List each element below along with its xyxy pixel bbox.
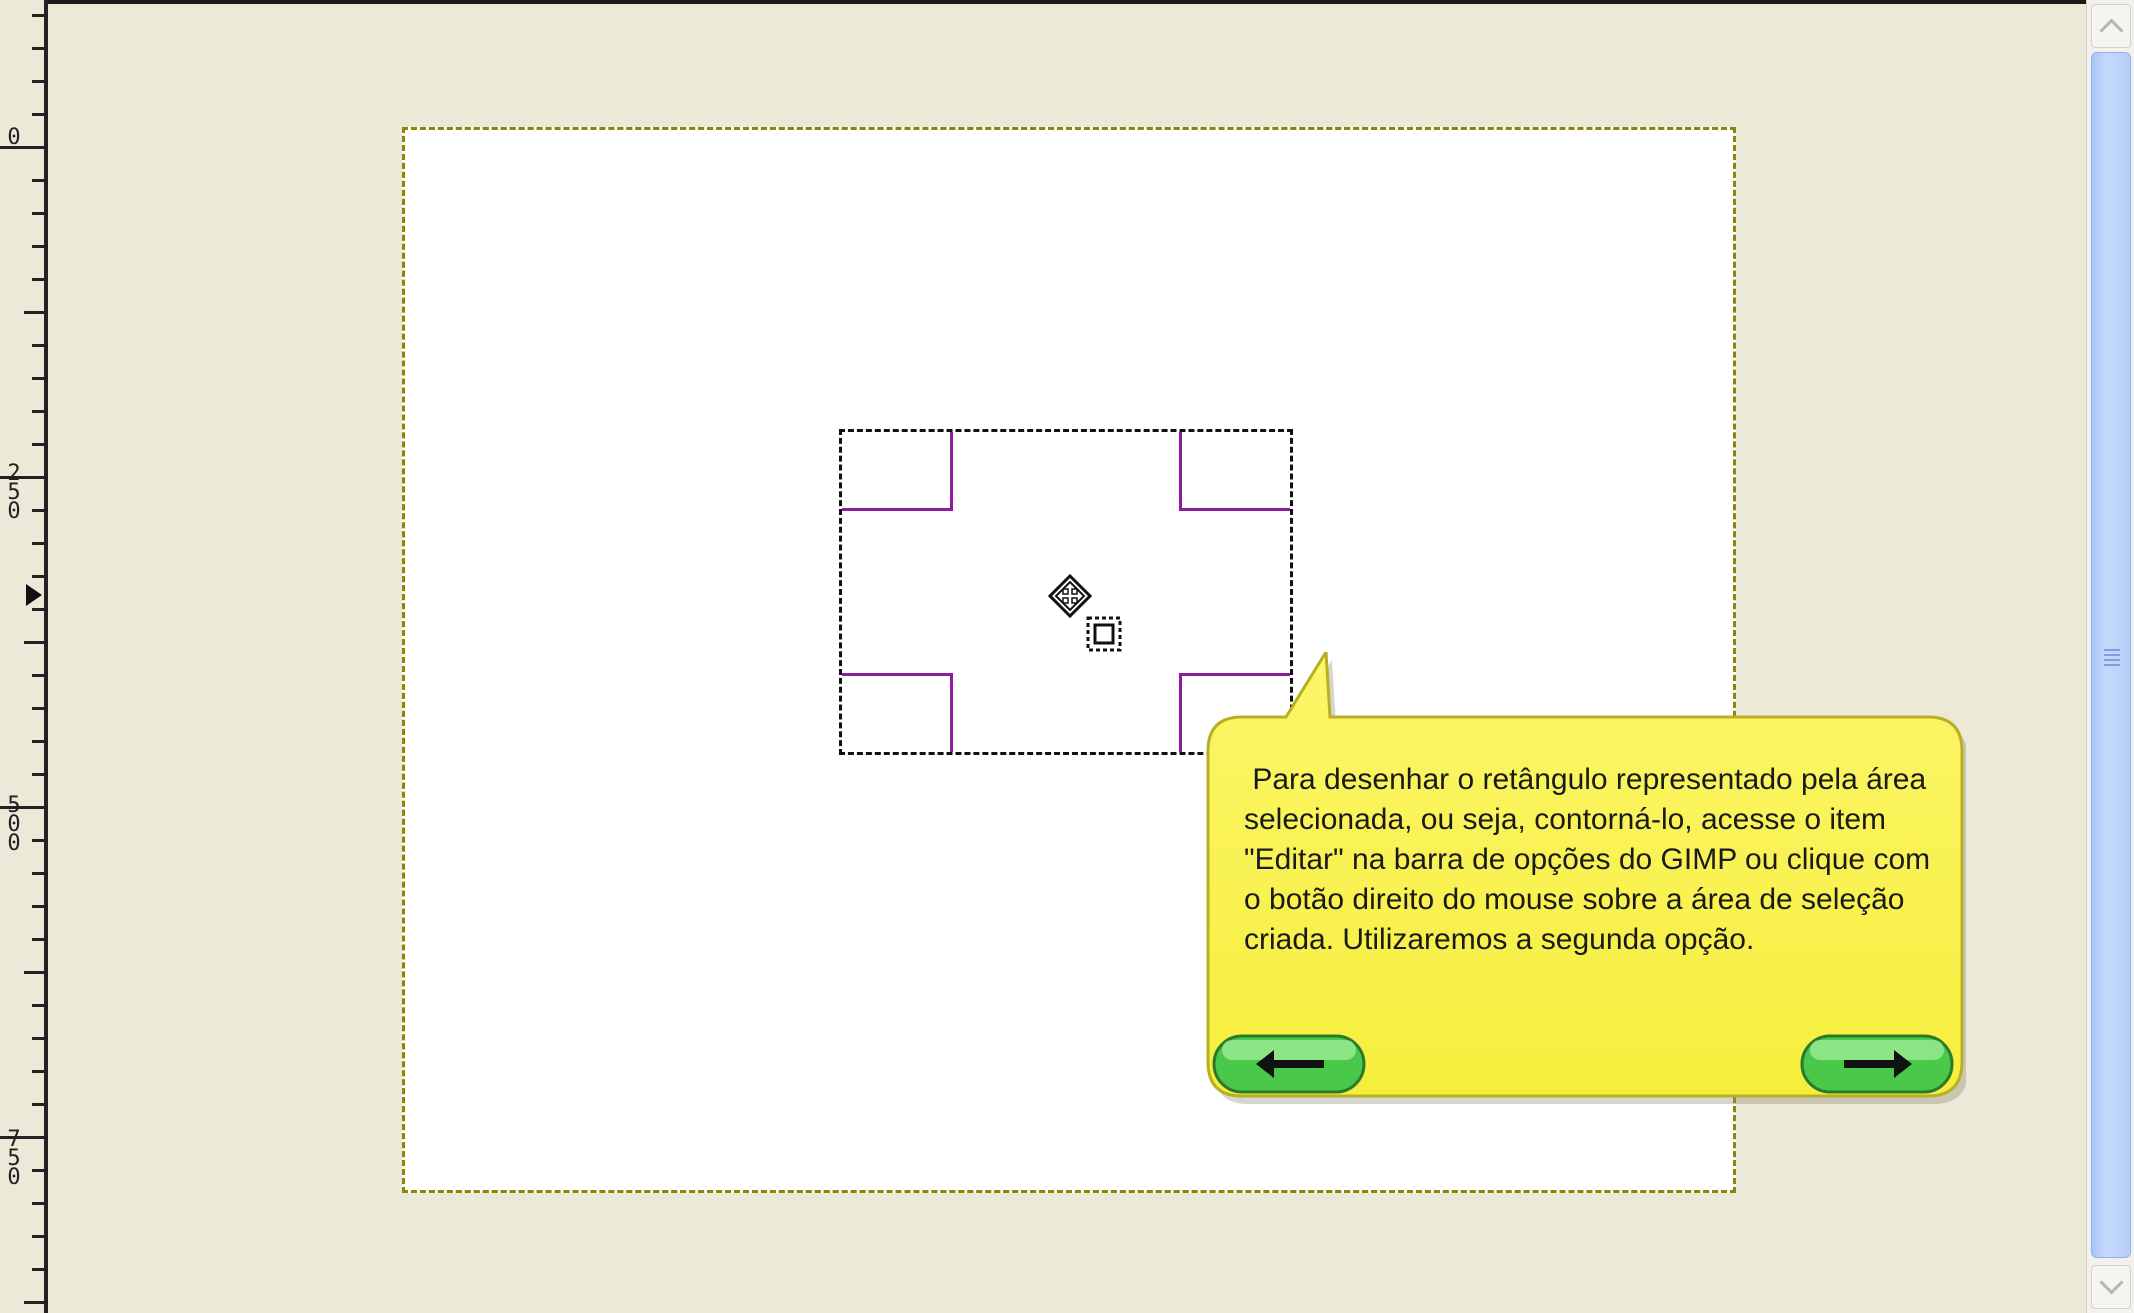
ruler-tick <box>24 641 44 644</box>
vertical-ruler[interactable]: 0 250 500 750 <box>0 0 48 1313</box>
grip-line <box>2104 649 2120 651</box>
vertical-scrollbar[interactable] <box>2086 0 2134 1313</box>
ruler-tick <box>24 971 44 974</box>
ruler-tick <box>32 1235 44 1238</box>
selection-handle-bottom-left[interactable] <box>842 673 953 752</box>
ruler-tick <box>32 1070 44 1073</box>
rect-select-cursor-icon <box>1086 616 1122 652</box>
ruler-tick <box>32 509 44 512</box>
ruler-position-marker <box>26 584 42 606</box>
ruler-tick <box>32 1202 44 1205</box>
selection-handle-top-right[interactable] <box>1179 432 1290 511</box>
ruler-tick <box>0 806 44 809</box>
ruler-tick <box>32 575 44 578</box>
image-viewport[interactable]: Para desenhar o retângulo representado p… <box>48 4 2086 1313</box>
ruler-tick <box>32 245 44 248</box>
ruler-label: 0 <box>7 125 21 150</box>
ruler-tick <box>32 113 44 116</box>
ruler-tick <box>32 47 44 50</box>
ruler-label: 500 <box>7 795 21 856</box>
ruler-tick <box>24 311 44 314</box>
grip-line <box>2104 664 2120 666</box>
ruler-tick <box>0 476 44 479</box>
previous-button[interactable] <box>1212 1034 1366 1094</box>
grip-line <box>2104 654 2120 656</box>
ruler-tick <box>32 1004 44 1007</box>
arrow-right-icon <box>1800 1034 1954 1094</box>
ruler-tick <box>32 740 44 743</box>
ruler-tick <box>32 872 44 875</box>
ruler-tick <box>32 1169 44 1172</box>
tutorial-tooltip: Para desenhar o retângulo representado p… <box>1200 652 1966 1110</box>
next-button[interactable] <box>1800 1034 1954 1094</box>
ruler-tick <box>32 443 44 446</box>
ruler-tick <box>32 707 44 710</box>
ruler-tick <box>32 14 44 17</box>
selection-handle-top-left[interactable] <box>842 432 953 511</box>
tooltip-text: Para desenhar o retângulo representado p… <box>1244 763 1931 956</box>
ruler-tick <box>24 1301 44 1304</box>
ruler-tick <box>32 1037 44 1040</box>
ruler-tick <box>32 344 44 347</box>
ruler-tick <box>32 80 44 83</box>
ruler-tick <box>32 938 44 941</box>
grip-line <box>2104 659 2120 661</box>
ruler-tick <box>32 410 44 413</box>
ruler-tick <box>32 1268 44 1271</box>
ruler-tick <box>32 377 44 380</box>
ruler-tick <box>32 542 44 545</box>
ruler-tick <box>32 179 44 182</box>
scroll-down-button[interactable] <box>2091 1265 2131 1309</box>
ruler-tick <box>32 839 44 842</box>
ruler-tick <box>32 905 44 908</box>
ruler-tick <box>32 278 44 281</box>
ruler-tick <box>32 773 44 776</box>
ruler-tick <box>32 608 44 611</box>
move-cursor-icon <box>1048 574 1092 618</box>
ruler-tick <box>0 1136 44 1139</box>
ruler-tick <box>32 1103 44 1106</box>
arrow-left-icon <box>1212 1034 1366 1094</box>
scroll-up-button[interactable] <box>2091 4 2131 48</box>
ruler-label: 250 <box>7 461 21 524</box>
ruler-tick <box>32 212 44 215</box>
scroll-thumb[interactable] <box>2091 52 2131 1258</box>
ruler-tick <box>32 674 44 677</box>
ruler-tick <box>0 146 44 149</box>
chevron-down-icon <box>2099 1270 2124 1295</box>
chevron-up-icon <box>2099 18 2124 43</box>
